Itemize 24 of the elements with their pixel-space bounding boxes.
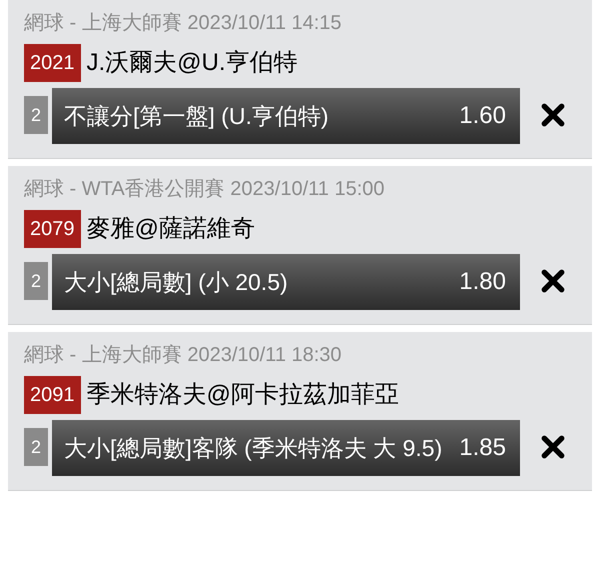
selection-bar[interactable]: 大小[總局數]客隊 (季米特洛夫 大 9.5) 1.85 <box>52 420 520 476</box>
slot-label: 2 <box>24 428 48 466</box>
league-time-text: 網球 - 上海大師賽 2023/10/11 18:30 <box>24 343 342 368</box>
match-name: 麥雅@薩諾維奇 <box>86 214 255 244</box>
selection-text: 不讓分[第一盤] (U.亨伯特) <box>64 102 330 131</box>
close-icon[interactable] <box>540 434 566 460</box>
league-time-text: 網球 - WTA香港公開賽 2023/10/11 15:00 <box>24 177 384 202</box>
match-code-badge: 2021 <box>24 44 80 82</box>
close-icon[interactable] <box>540 102 566 128</box>
odds-value: 1.85 <box>459 433 506 463</box>
odds-value: 1.80 <box>459 267 506 297</box>
slot-label: 2 <box>24 96 48 134</box>
match-name: J.沃爾夫@U.亨伯特 <box>86 48 298 78</box>
selection-bar[interactable]: 大小[總局數] (小 20.5) 1.80 <box>52 254 520 310</box>
match-code-badge: 2079 <box>24 210 80 248</box>
slot-label: 2 <box>24 262 48 300</box>
odds-value: 1.60 <box>459 101 506 131</box>
league-time-text: 網球 - 上海大師賽 2023/10/11 14:15 <box>24 11 342 36</box>
selection-text: 大小[總局數]客隊 (季米特洛夫 大 9.5) <box>64 434 444 463</box>
match-name: 季米特洛夫@阿卡拉茲加菲亞 <box>86 380 399 410</box>
selection-bar[interactable]: 不讓分[第一盤] (U.亨伯特) 1.60 <box>52 88 520 144</box>
selection-text: 大小[總局數] (小 20.5) <box>64 268 289 297</box>
match-code-badge: 2091 <box>24 376 80 414</box>
close-icon[interactable] <box>540 268 566 294</box>
